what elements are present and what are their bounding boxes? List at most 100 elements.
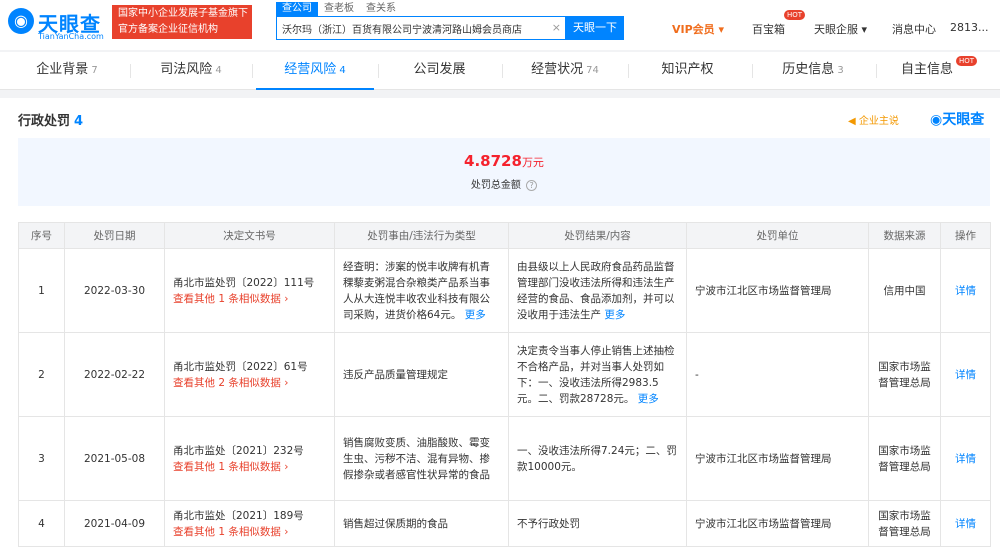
chevron-right-icon: › [284, 525, 289, 538]
penalty-table: 序号 处罚日期 决定文书号 处罚事由/违法行为类型 处罚结果/内容 处罚单位 数… [18, 222, 991, 547]
similar-data-label: 查看其他 2 条相似数据 [173, 376, 281, 389]
similar-data-link[interactable]: 查看其他 1 条相似数据 › [173, 524, 326, 540]
chevron-right-icon: › [284, 292, 289, 305]
tab-label: 经营状况 [531, 62, 584, 77]
top-bar: ◉ 天眼查 TianYanCha.com 国家中小企业发展子基金旗下 官方备案企… [0, 0, 1000, 50]
official-badge: 国家中小企业发展子基金旗下 官方备案企业征信机构 [112, 5, 252, 39]
search-box: × [276, 16, 566, 40]
total-amount-unit: 万元 [521, 156, 544, 169]
row-doc: 甬北市监处罚〔2022〕111号 查看其他 1 条相似数据 › [164, 248, 335, 333]
col-unit: 处罚单位 [686, 222, 869, 249]
tab-intellectual-property[interactable]: 知识产权 [630, 52, 748, 90]
table-header-row: 序号 处罚日期 决定文书号 处罚事由/违法行为类型 处罚结果/内容 处罚单位 数… [18, 222, 991, 249]
tab-divider [130, 64, 131, 78]
tab-operational-risk[interactable]: 经营风险 4 [256, 52, 374, 90]
detail-link[interactable]: 详情 [955, 453, 976, 465]
row-result: 由县级以上人民政府食品药品监督管理部门没收违法所得和违法生产经营的食品、食品添加… [508, 248, 687, 333]
messages-link[interactable]: 消息中心 [892, 21, 936, 37]
row-result: 一、没收违法所得7.24元；二、罚款10000元。 [508, 416, 687, 501]
row-result: 不予行政处罚 [508, 500, 687, 547]
row-reason: 销售超过保质期的食品 [334, 500, 509, 547]
tab-label: 司法风险 [160, 62, 213, 77]
row-date: 2021-05-08 [64, 416, 165, 501]
tab-history[interactable]: 历史信息 3 [754, 52, 872, 90]
search-tab-boss[interactable]: 查老板 [318, 2, 360, 16]
row-reason: 经查明：涉案的悦丰收牌有机青稞藜麦粥混合杂粮类产品系当事人从大连悦丰收农业科技有… [334, 248, 509, 333]
search-button[interactable]: 天眼一下 [566, 16, 624, 40]
doc-number: 甬北市监处罚〔2022〕111号 [173, 276, 315, 289]
search-tab-relation[interactable]: 查关系 [360, 2, 402, 16]
logo-sub: TianYanCha.com [38, 32, 104, 41]
row-action: 详情 [940, 248, 991, 333]
tab-count: 3 [837, 65, 844, 76]
row-source: 国家市场监督管理总局 [868, 332, 941, 417]
tab-divider [502, 64, 503, 78]
enterprise-says-link[interactable]: ◀ 企业主说 [848, 112, 899, 127]
row-unit: 宁波市江北区市场监督管理局 [686, 416, 869, 501]
watermark-logo: ◉天眼查 [930, 109, 984, 129]
vip-label: VIP会员 [672, 23, 715, 36]
baobaoxiang-link[interactable]: 百宝箱 [752, 21, 785, 37]
detail-link[interactable]: 详情 [955, 285, 976, 297]
tab-label: 自主信息 [900, 62, 953, 77]
section-count: 4 [74, 114, 84, 129]
result-text: 由县级以上人民政府食品药品监督管理部门没收违法所得和违法生产经营的食品、食品添加… [517, 260, 675, 321]
search-tab-company[interactable]: 查公司 [276, 2, 318, 16]
col-action: 操作 [940, 222, 991, 249]
more-link[interactable]: 更多 [638, 393, 659, 405]
row-date: 2022-03-30 [64, 248, 165, 333]
row-source: 国家市场监督管理总局 [868, 416, 941, 501]
row-reason: 违反产品质量管理规定 [334, 332, 509, 417]
tab-count: 74 [586, 65, 599, 76]
more-link[interactable]: 更多 [465, 309, 486, 321]
vip-link[interactable]: VIP会员 ▾ [672, 21, 724, 37]
row-unit: 宁波市江北区市场监督管理局 [686, 248, 869, 333]
tab-label: 公司发展 [413, 62, 466, 77]
col-source: 数据来源 [868, 222, 941, 249]
tab-enterprise-background[interactable]: 企业背景 7 [8, 52, 126, 90]
total-label: 处罚总金额 ? [18, 176, 990, 191]
row-action: 详情 [940, 416, 991, 501]
tab-judicial-risk[interactable]: 司法风险 4 [132, 52, 250, 90]
col-result: 处罚结果/内容 [508, 222, 687, 249]
similar-data-link[interactable]: 查看其他 1 条相似数据 › [173, 291, 326, 307]
search-tabs: 查公司 查老板 查关系 [276, 2, 402, 16]
similar-data-link[interactable]: 查看其他 2 条相似数据 › [173, 375, 326, 391]
more-link[interactable]: 更多 [604, 309, 625, 321]
section-tabs: 企业背景 7 司法风险 4 经营风险 4 公司发展 经营状况 74 知识产权 历史信息 3… [0, 52, 1000, 90]
tab-business-status[interactable]: 经营状况 74 [506, 52, 624, 90]
watermark-text: 天眼查 [942, 112, 985, 128]
tab-count: 7 [91, 65, 98, 76]
total-amount: 4.8728万元 [18, 152, 990, 170]
row-doc: 甬北市监处〔2021〕189号 查看其他 1 条相似数据 › [164, 500, 335, 547]
detail-link[interactable]: 详情 [955, 369, 976, 381]
doc-number: 甬北市监处〔2021〕232号 [173, 444, 304, 457]
enterprise-link[interactable]: 天眼企服 ▾ [814, 21, 867, 37]
row-no: 4 [18, 500, 65, 547]
detail-link[interactable]: 详情 [955, 518, 976, 530]
enterprise-label: 天眼企服 [814, 23, 858, 36]
chevron-right-icon: › [284, 376, 289, 389]
row-no: 1 [18, 248, 65, 333]
doc-number: 甬北市监处罚〔2022〕61号 [173, 360, 308, 373]
help-icon[interactable]: ? [526, 180, 538, 191]
total-penalty-summary: 4.8728万元 处罚总金额 ? [18, 138, 990, 206]
row-action: 详情 [940, 500, 991, 547]
row-doc: 甬北市监处罚〔2022〕61号 查看其他 2 条相似数据 › [164, 332, 335, 417]
chevron-down-icon: ▾ [861, 23, 868, 36]
tab-label: 历史信息 [782, 62, 835, 77]
clear-icon[interactable]: × [552, 21, 561, 34]
col-date: 处罚日期 [64, 222, 165, 249]
user-account[interactable]: 2813... [950, 21, 988, 34]
logo[interactable]: ◉ 天眼查 TianYanCha.com [8, 6, 106, 42]
total-amount-value: 4.8728 [464, 152, 522, 170]
row-action: 详情 [940, 332, 991, 417]
badge-line1: 国家中小企业发展子基金旗下 [118, 8, 248, 19]
tab-company-development[interactable]: 公司发展 [382, 52, 500, 90]
search-input[interactable] [277, 17, 547, 39]
row-no: 3 [18, 416, 65, 501]
tab-label: 经营风险 [284, 62, 337, 77]
row-no: 2 [18, 332, 65, 417]
similar-data-link[interactable]: 查看其他 1 条相似数据 › [173, 459, 326, 475]
similar-data-label: 查看其他 1 条相似数据 [173, 525, 281, 538]
